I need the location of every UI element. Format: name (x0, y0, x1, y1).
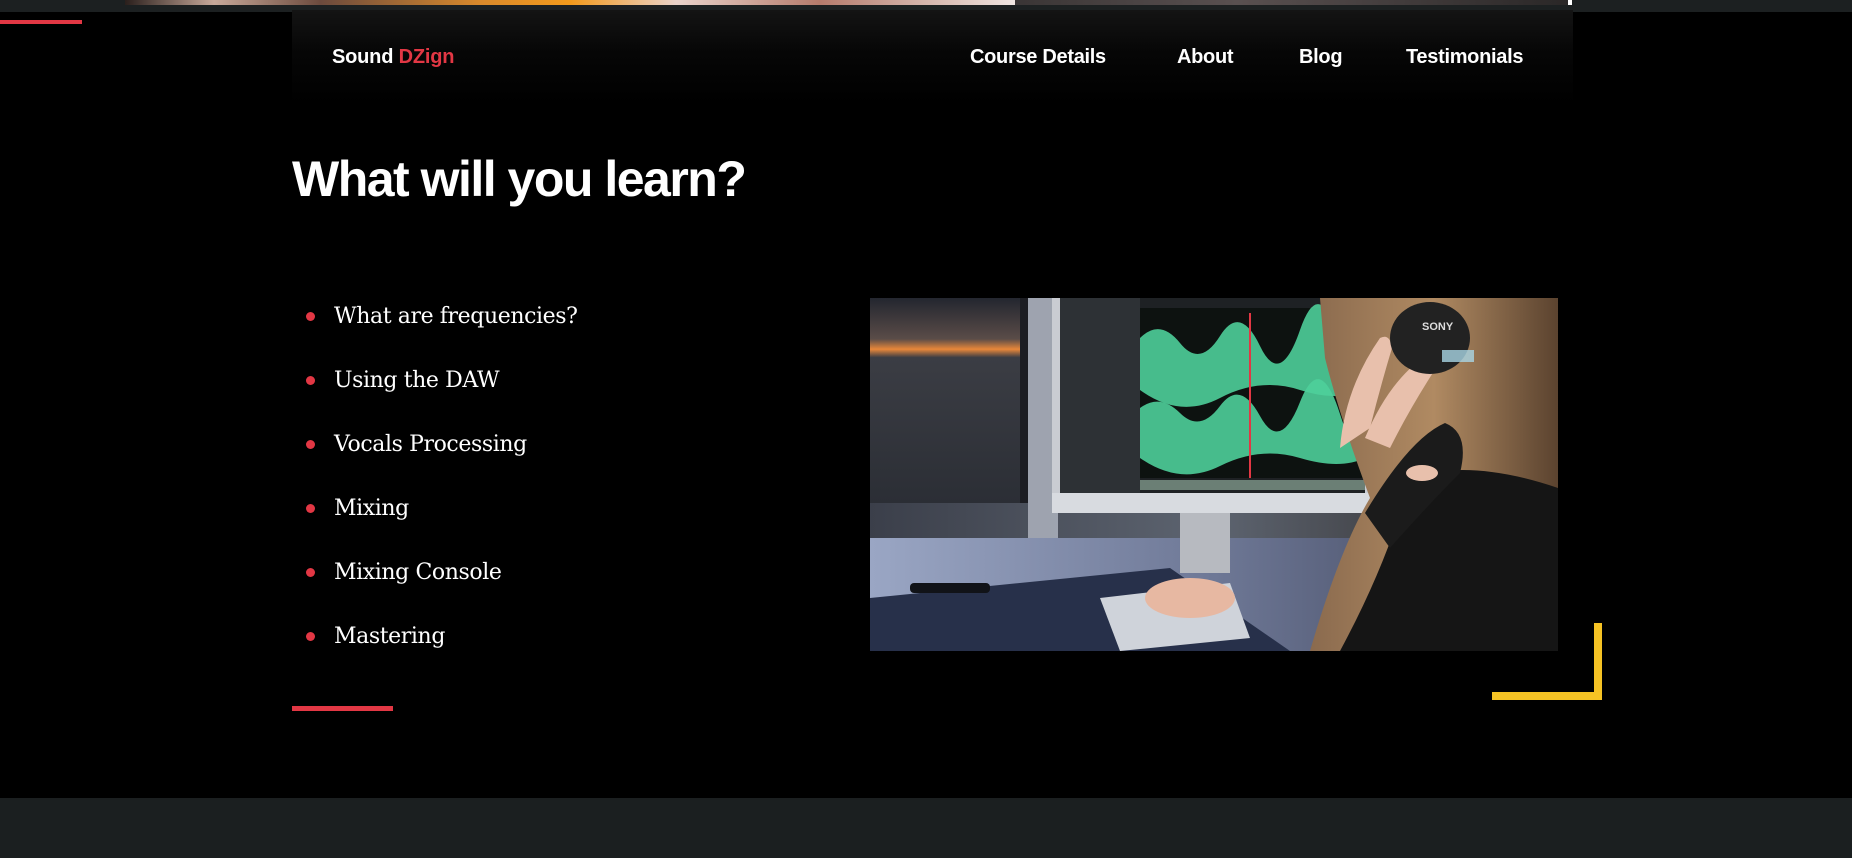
learn-list: What are frequencies? Using the DAW Voca… (306, 300, 578, 684)
list-item: What are frequencies? (306, 300, 578, 364)
list-item-text: Using the DAW (334, 368, 500, 393)
site-header: Sound DZign Course Details About Blog Te… (292, 10, 1573, 105)
brand-logo[interactable]: Sound DZign (332, 46, 454, 69)
brand-name-accent: DZign (398, 46, 455, 68)
bullet-icon (306, 568, 315, 577)
nav-blog[interactable]: Blog (1299, 46, 1343, 69)
list-item: Mixing Console (306, 556, 578, 620)
footer-band (0, 798, 1852, 858)
headphone-brand-label: SONY (1422, 321, 1454, 333)
bullet-icon (306, 632, 315, 641)
list-item-text: Mixing Console (334, 560, 502, 585)
list-item: Using the DAW (306, 364, 578, 428)
decorative-tick (1568, 0, 1572, 5)
list-item-text: Mastering (334, 624, 445, 649)
section-title: What will you learn? (292, 151, 747, 207)
nav-about[interactable]: About (1177, 46, 1234, 69)
bullet-icon (306, 376, 315, 385)
nav-course-details[interactable]: Course Details (970, 46, 1106, 69)
list-item-text: What are frequencies? (334, 304, 578, 329)
list-item: Vocals Processing (306, 428, 578, 492)
list-item-text: Mixing (334, 496, 409, 521)
list-item-text: Vocals Processing (334, 432, 527, 457)
bullet-icon (306, 504, 315, 513)
brand-name: Sound (332, 46, 394, 68)
section-accent-line (292, 706, 393, 711)
hero-image-edge-right (1015, 0, 1570, 5)
bullet-icon (306, 440, 315, 449)
studio-photo: SONY (870, 298, 1558, 651)
top-accent-line (0, 20, 82, 24)
list-item: Mastering (306, 620, 578, 684)
nav-testimonials[interactable]: Testimonials (1406, 46, 1523, 69)
hero-image-edge (125, 0, 1015, 5)
list-item: Mixing (306, 492, 578, 556)
bullet-icon (306, 312, 315, 321)
